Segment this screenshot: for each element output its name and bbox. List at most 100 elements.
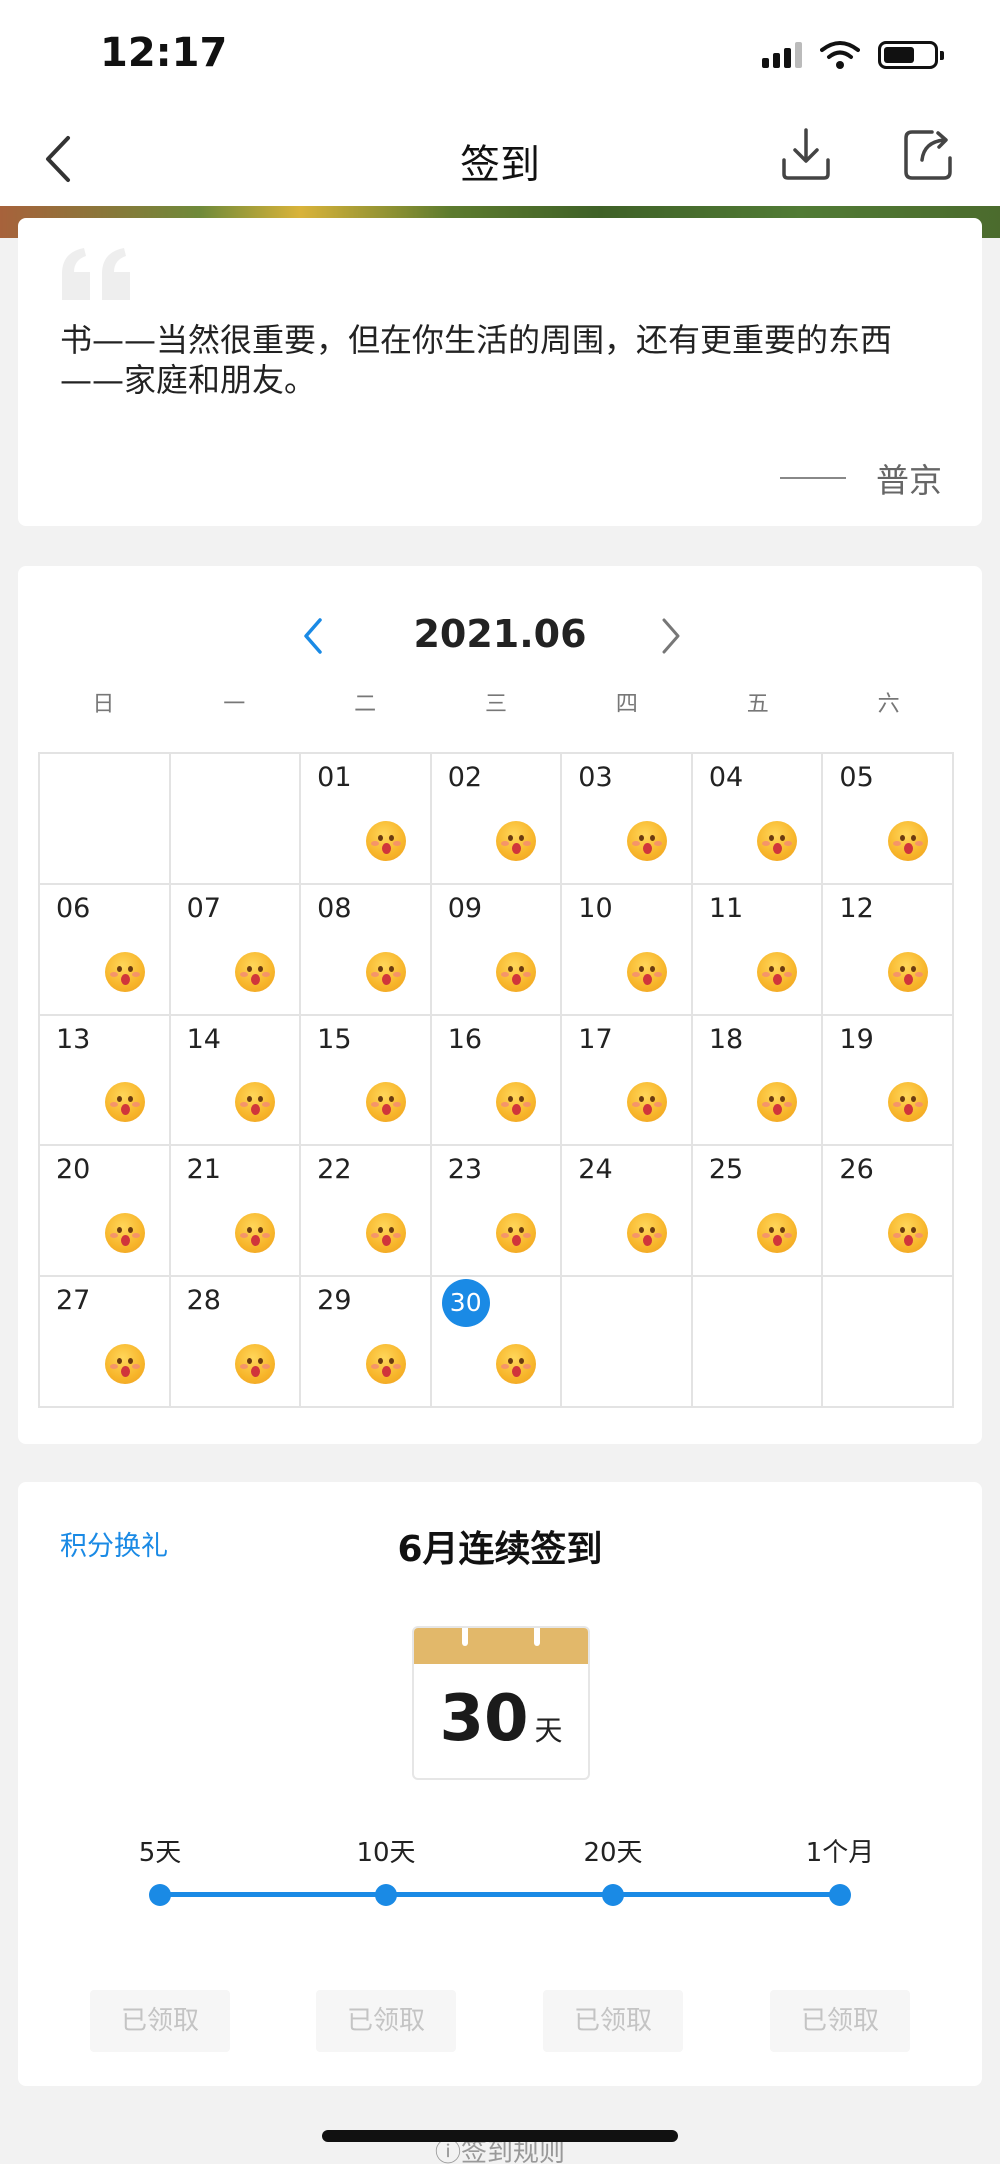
smiley-face-icon — [626, 1213, 667, 1254]
milestone: 10天 已领取 — [301, 1832, 471, 2052]
calendar-day-cell[interactable]: 19 — [823, 1015, 954, 1147]
status-icons — [762, 40, 944, 70]
day-number: 08 — [317, 892, 352, 924]
calendar-card: 2021.06 日 一 二 三 四 五 六 01 02 03 04 05 06 07 08 09 10 11 12… — [18, 566, 982, 1444]
smiley-face-icon — [235, 1082, 276, 1123]
calendar-day-cell[interactable]: 15 — [301, 1015, 432, 1147]
smiley-face-icon — [757, 951, 798, 992]
milestone-label: 1个月 — [805, 1838, 875, 1868]
smiley-face-icon — [757, 1082, 798, 1123]
smiley-face-icon — [626, 951, 667, 992]
calendar-day-cell[interactable]: 07 — [170, 884, 302, 1016]
claimed-button[interactable]: 已领取 — [770, 1990, 910, 2052]
share-icon[interactable] — [898, 124, 958, 184]
calendar-day-cell[interactable]: 27 — [40, 1277, 171, 1408]
day-number: 24 — [578, 1154, 613, 1186]
weekday-label: 六 — [877, 692, 900, 717]
calendar-day-cell[interactable]: 14 — [170, 1015, 302, 1147]
smiley-face-icon — [626, 1082, 667, 1123]
calendar-day-cell[interactable]: 06 — [40, 884, 171, 1016]
today-date: 30 — [441, 1279, 490, 1328]
smiley-face-icon — [496, 951, 537, 992]
day-number: 16 — [447, 1023, 483, 1055]
milestone-progress-line — [160, 1892, 840, 1897]
calendar-day-cell[interactable]: 21 — [170, 1146, 302, 1278]
weekday-label: 五 — [746, 692, 769, 717]
streak-title: 6月连续签到 — [397, 1529, 603, 1570]
calendar-badge-header — [414, 1628, 588, 1664]
status-bar: 12:17 — [0, 0, 1000, 110]
day-number: 14 — [186, 1023, 221, 1055]
home-indicator — [322, 2130, 678, 2142]
month-title: 2021.06 — [413, 612, 587, 656]
calendar-day-cell[interactable]: 13 — [40, 1015, 171, 1147]
milestone: 1个月已领取 — [755, 1832, 925, 2052]
milestone: 20天 已领取 — [528, 1832, 698, 2052]
streak-days-unit: 天 — [534, 1714, 563, 1747]
calendar-day-cell[interactable]: 29 — [301, 1277, 432, 1408]
download-icon[interactable] — [776, 124, 836, 184]
calendar-day-cell[interactable]: 17 — [562, 1015, 693, 1147]
calendar-day-cell[interactable]: 10 — [562, 884, 693, 1016]
day-number: 03 — [578, 762, 613, 793]
claimed-button[interactable]: 已领取 — [90, 1990, 230, 2052]
smiley-face-icon — [757, 820, 798, 861]
smiley-face-icon — [496, 1344, 537, 1384]
day-number: 18 — [708, 1023, 744, 1055]
page-title: 签到 — [460, 142, 540, 188]
wifi-icon — [820, 41, 860, 69]
calendar-day-cell[interactable]: 30 — [431, 1277, 563, 1408]
weekday-label: 三 — [485, 692, 508, 717]
claimed-button[interactable]: 已领取 — [543, 1990, 683, 2052]
calendar-day-cell[interactable]: 01 — [301, 754, 432, 885]
calendar-day-cell[interactable]: 26 — [823, 1146, 954, 1278]
milestone-label: 5天 — [138, 1838, 182, 1868]
smiley-face-icon — [496, 820, 537, 861]
calendar-day-cell[interactable]: 03 — [562, 754, 693, 885]
month-nav: 2021.06 — [18, 606, 982, 666]
day-number: 20 — [56, 1154, 91, 1186]
weekday-label: 二 — [354, 692, 377, 717]
calendar-day-cell[interactable]: 12 — [823, 884, 954, 1016]
smiley-face-icon — [235, 1344, 276, 1384]
nav-bar: 签到 — [0, 110, 1000, 206]
calendar-day-cell[interactable]: 05 — [823, 754, 954, 885]
day-number: 07 — [186, 892, 221, 924]
day-number: 17 — [578, 1023, 613, 1055]
calendar-empty-cell — [823, 1277, 954, 1408]
calendar-day-cell[interactable]: 22 — [301, 1146, 432, 1278]
calendar-day-cell[interactable]: 25 — [692, 1146, 824, 1278]
day-number: 28 — [186, 1285, 221, 1317]
calendar-day-cell[interactable]: 28 — [170, 1277, 302, 1408]
smiley-face-icon — [496, 1213, 537, 1254]
calendar-day-cell[interactable]: 24 — [562, 1146, 693, 1278]
smiley-face-icon — [365, 951, 406, 992]
calendar-day-cell[interactable]: 23 — [431, 1146, 563, 1278]
milestone-track: 5天 已领取 10天 已领取 20天 已领取 1个月 已领取 — [18, 1832, 982, 2052]
calendar-empty-cell — [692, 1277, 824, 1408]
weekday-header: 日一二三四五六 — [38, 686, 954, 718]
calendar-day-cell[interactable]: 02 — [431, 754, 563, 885]
calendar-day-cell[interactable]: 08 — [301, 884, 432, 1016]
smiley-face-icon — [887, 1082, 928, 1123]
signal-icon — [762, 42, 802, 68]
calendar-day-cell[interactable]: 11 — [692, 884, 824, 1016]
calendar-day-cell[interactable]: 16 — [431, 1015, 563, 1147]
calendar-day-cell[interactable]: 04 — [692, 754, 824, 885]
streak-days-count: 30 — [439, 1682, 529, 1756]
day-number: 09 — [447, 892, 483, 924]
day-number: 26 — [839, 1154, 874, 1186]
calendar-day-cell[interactable]: 18 — [692, 1015, 824, 1147]
streak-days: 30 天 — [414, 1682, 588, 1756]
calendar-day-cell[interactable]: 09 — [431, 884, 563, 1016]
day-number: 19 — [839, 1023, 874, 1055]
claimed-button[interactable]: 已领取 — [316, 1990, 456, 2052]
day-number: 13 — [56, 1023, 91, 1055]
day-number: 23 — [447, 1154, 483, 1186]
next-month-chevron-right-icon[interactable] — [652, 616, 688, 656]
calendar-empty-cell — [40, 754, 171, 885]
smiley-face-icon — [365, 1213, 406, 1254]
day-number: 04 — [708, 762, 744, 793]
calendar-day-cell[interactable]: 20 — [40, 1146, 171, 1278]
day-number: 06 — [56, 892, 91, 924]
